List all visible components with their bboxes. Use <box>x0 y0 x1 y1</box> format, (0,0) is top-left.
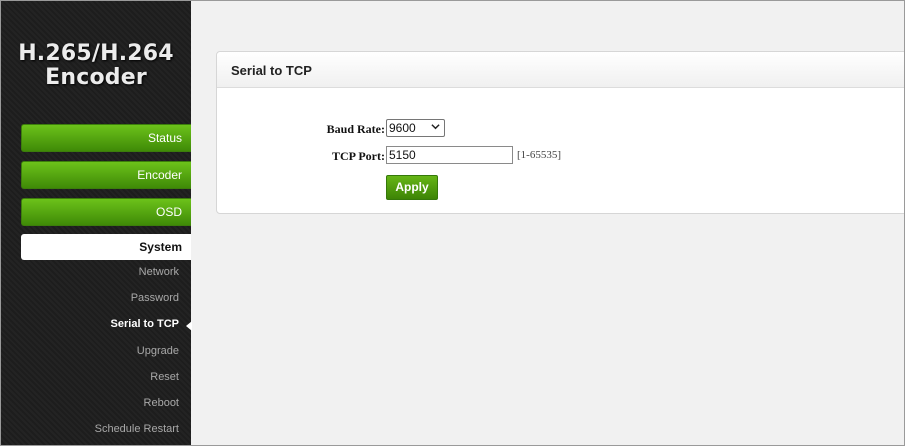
menu-status-button[interactable]: Status <box>21 124 191 152</box>
sidebar-item-reset[interactable]: Reset <box>150 371 179 383</box>
panel-title: Serial to TCP <box>231 63 312 78</box>
brand-line-1: H.265/H.264 <box>18 41 174 66</box>
sidebar-item-schedule-restart[interactable]: Schedule Restart <box>95 423 179 435</box>
sidebar: H.265/H.264 Encoder Status Encoder OSD S… <box>1 1 192 445</box>
sidebar-item-reboot[interactable]: Reboot <box>144 397 179 409</box>
tcp-port-range-hint: [1-65535] <box>517 149 561 161</box>
menu-system-button[interactable]: System <box>21 234 191 260</box>
app-frame: H.265/H.264 Encoder Status Encoder OSD S… <box>0 0 905 446</box>
menu-osd-button[interactable]: OSD <box>21 198 191 226</box>
sidebar-item-serial-to-tcp[interactable]: Serial to TCP <box>111 318 179 330</box>
tcp-port-label: TCP Port: <box>332 149 385 163</box>
baud-rate-label: Baud Rate: <box>326 122 385 136</box>
apply-button[interactable]: Apply <box>386 175 438 200</box>
baud-rate-select[interactable]: 9600 <box>386 119 445 137</box>
active-item-pointer-icon <box>186 321 192 331</box>
panel-header: Serial to TCP <box>217 52 904 88</box>
brand-logo: H.265/H.264 Encoder <box>1 42 191 90</box>
brand-line-2: Encoder <box>45 65 147 90</box>
tcp-port-input[interactable] <box>386 146 513 164</box>
menu-encoder-button[interactable]: Encoder <box>21 161 191 189</box>
sidebar-item-password[interactable]: Password <box>131 292 179 304</box>
baud-rate-value: 9600 <box>389 121 416 135</box>
chevron-down-icon <box>431 124 440 130</box>
sidebar-item-upgrade[interactable]: Upgrade <box>137 345 179 357</box>
sidebar-item-network[interactable]: Network <box>139 266 179 278</box>
